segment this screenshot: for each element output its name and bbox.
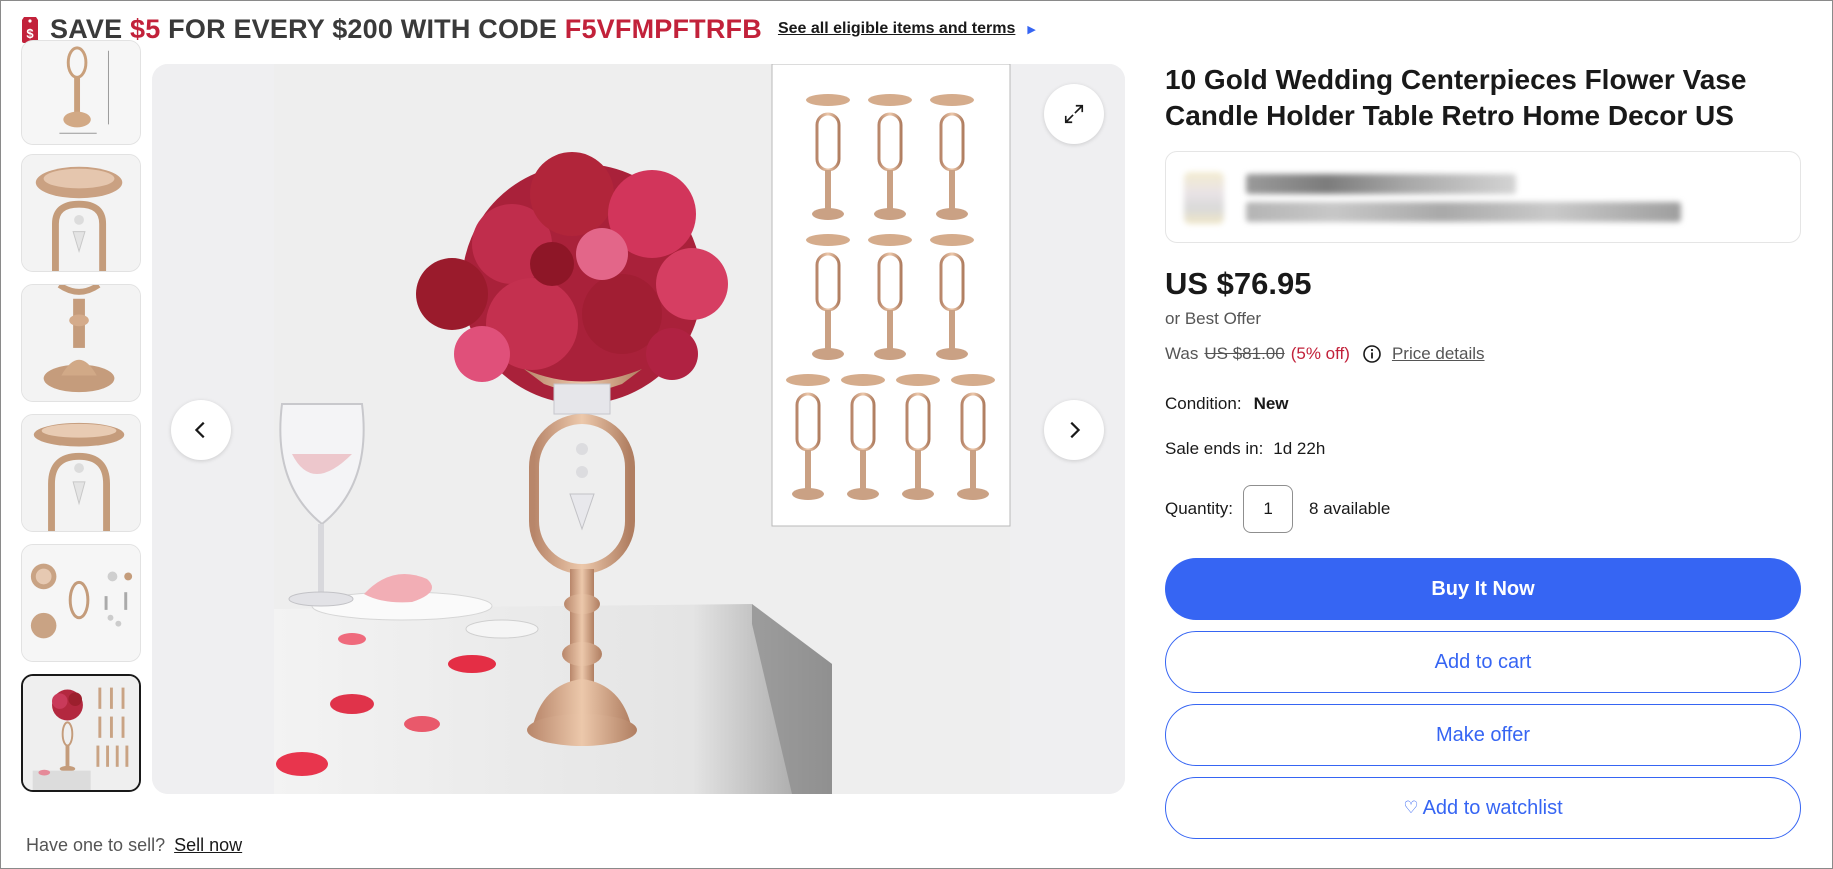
make-offer-button[interactable]: Make offer [1165, 704, 1801, 766]
vase-thumbnail-image [22, 545, 140, 661]
sell-now-link[interactable]: Sell now [174, 835, 242, 855]
thumbnail-dimensions[interactable] [21, 40, 141, 145]
sell-prompt: Have one to sell? Sell now [26, 835, 242, 856]
product-title: 10 Gold Wedding Centerpieces Flower Vase… [1165, 64, 1747, 131]
condition-value: New [1253, 394, 1289, 413]
thumbnail-bowl-crystal[interactable] [21, 414, 141, 532]
thumbnail-parts[interactable] [21, 544, 141, 662]
add-to-cart-button[interactable]: Add to cart [1165, 631, 1801, 693]
seller-card[interactable] [1165, 151, 1801, 243]
sell-question: Have one to sell? [26, 835, 166, 855]
thumbnail-set-flowers[interactable] [21, 674, 141, 792]
was-price-row: Was US $81.00 (5% off) Price details [1165, 344, 1485, 364]
info-icon[interactable] [1362, 344, 1382, 364]
was-label: Was [1165, 344, 1199, 363]
add-to-watchlist-button[interactable]: ♡ Add to watchlist [1165, 777, 1801, 839]
promo-code: F5VFMPFTRFB [564, 13, 762, 44]
product-price: US $76.95 [1165, 266, 1312, 301]
condition-label: Condition: [1165, 394, 1242, 413]
seller-details-redacted [1246, 202, 1681, 222]
vase-thumbnail-image [22, 415, 140, 531]
thumbnail-bowl-top[interactable] [21, 154, 141, 272]
previous-image-button[interactable] [171, 400, 231, 460]
seller-name-redacted [1246, 174, 1516, 194]
vase-thumbnail-image [22, 155, 140, 271]
best-offer-label: or Best Offer [1165, 309, 1262, 328]
sale-ends-label: Sale ends in: [1165, 439, 1264, 458]
thumbnail-base[interactable] [21, 284, 141, 402]
promo-banner: $ SAVE $5 FOR EVERY $200 WITH CODE F5VFM… [20, 12, 1036, 46]
promo-headline: SAVE $5 FOR EVERY $200 WITH CODE F5VFMPF… [50, 13, 762, 44]
expand-image-button[interactable] [1044, 84, 1104, 144]
svg-text:$: $ [26, 26, 34, 41]
chevron-left-icon [194, 421, 205, 439]
price-details-link[interactable]: Price details [1392, 344, 1485, 364]
vase-thumbnail-image [22, 41, 140, 144]
was-price: US $81.00 [1204, 344, 1285, 363]
sale-ends-row: Sale ends in: 1d 22h [1165, 439, 1325, 459]
chevron-right-icon: ▶ [1027, 23, 1036, 36]
available-count: 8 available [1309, 499, 1391, 518]
product-info-panel: 10 Gold Wedding Centerpieces Flower Vase… [1165, 62, 1801, 839]
product-photo [152, 64, 1125, 794]
sale-ends-value: 1d 22h [1273, 439, 1326, 458]
seller-avatar [1184, 172, 1224, 224]
chevron-right-icon [1070, 421, 1081, 439]
buy-it-now-button[interactable]: Buy It Now [1165, 558, 1801, 620]
vase-thumbnail-image [22, 285, 140, 401]
main-product-image[interactable] [152, 64, 1125, 794]
quantity-row: Quantity: 8 available [1165, 485, 1390, 533]
discount-badge: (5% off) [1290, 344, 1350, 363]
vase-thumbnail-image [23, 676, 139, 790]
quantity-input[interactable] [1243, 485, 1294, 533]
expand-icon [1064, 104, 1084, 124]
eligible-items-link[interactable]: See all eligible items and terms [778, 20, 1015, 38]
watchlist-label: Add to watchlist [1422, 796, 1563, 819]
quantity-label: Quantity: [1165, 499, 1234, 518]
condition-row: Condition: New [1165, 394, 1289, 414]
heart-icon: ♡ [1403, 798, 1419, 817]
next-image-button[interactable] [1044, 400, 1104, 460]
